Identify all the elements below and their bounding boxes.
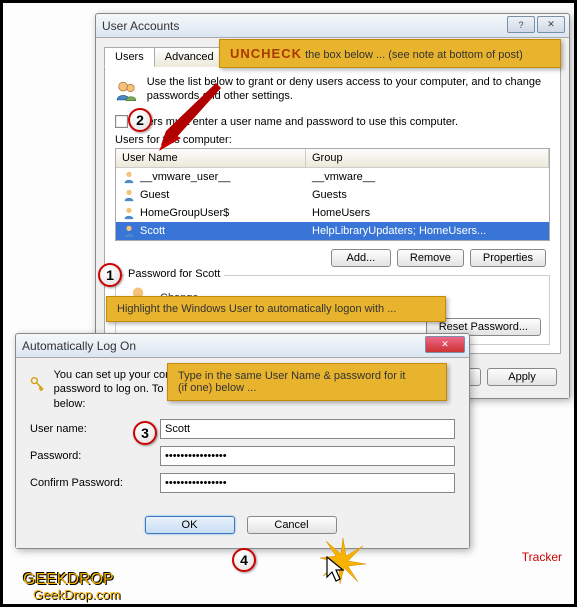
users-icon bbox=[115, 75, 139, 107]
user-accounts-titlebar[interactable]: User Accounts ? ✕ bbox=[96, 14, 569, 38]
close-button[interactable]: ✕ bbox=[425, 336, 465, 353]
user-accounts-title: User Accounts bbox=[102, 19, 179, 33]
step-number-4: 4 bbox=[232, 548, 256, 572]
ok-button[interactable]: OK bbox=[145, 516, 235, 534]
tracker-link[interactable]: Tracker bbox=[522, 550, 562, 564]
close-button[interactable]: ✕ bbox=[537, 16, 565, 33]
step-number-1: 1 bbox=[98, 263, 122, 287]
apply-button[interactable]: Apply bbox=[487, 368, 557, 386]
password-input[interactable] bbox=[160, 446, 455, 466]
auto-logon-titlebar[interactable]: Automatically Log On ✕ bbox=[16, 334, 469, 358]
help-button[interactable]: ? bbox=[507, 16, 535, 33]
note-uncheck: UNCHECK the box below ... (see note at b… bbox=[219, 39, 561, 68]
users-listbox[interactable]: User Name Group __vmware_user__ __vmware… bbox=[115, 148, 550, 241]
keys-icon bbox=[30, 368, 46, 400]
user-icon bbox=[122, 170, 136, 184]
user-icon bbox=[122, 224, 136, 238]
remove-button[interactable]: Remove bbox=[397, 249, 464, 267]
geekdrop-url: GeekDrop.com bbox=[33, 587, 120, 602]
note-type: Type in the same User Name & password fo… bbox=[167, 363, 447, 401]
arrow-icon bbox=[151, 83, 231, 153]
password-group-title: Password for Scott bbox=[124, 268, 224, 280]
note-highlight: Highlight the Windows User to automatica… bbox=[106, 296, 446, 322]
require-password-checkbox[interactable] bbox=[115, 115, 128, 128]
username-input[interactable] bbox=[160, 419, 455, 439]
user-icon bbox=[122, 188, 136, 202]
user-icon bbox=[122, 206, 136, 220]
cancel-button[interactable]: Cancel bbox=[247, 516, 337, 534]
confirm-password-label: Confirm Password: bbox=[30, 477, 160, 489]
auto-logon-title: Automatically Log On bbox=[22, 339, 136, 353]
tab-users[interactable]: Users bbox=[104, 47, 155, 67]
table-row[interactable]: __vmware_user__ __vmware__ bbox=[116, 168, 549, 186]
table-row-selected[interactable]: Scott HelpLibraryUpdaters; HomeUsers... bbox=[116, 222, 549, 240]
properties-button[interactable]: Properties bbox=[470, 249, 546, 267]
add-button[interactable]: Add... bbox=[331, 249, 391, 267]
password-label: Password: bbox=[30, 450, 160, 462]
confirm-password-input[interactable] bbox=[160, 473, 455, 493]
step-number-3: 3 bbox=[133, 421, 157, 445]
table-row[interactable]: HomeGroupUser$ HomeUsers bbox=[116, 204, 549, 222]
table-row[interactable]: Guest Guests bbox=[116, 186, 549, 204]
col-group[interactable]: Group bbox=[306, 149, 549, 167]
cursor-icon bbox=[325, 555, 349, 585]
tab-advanced[interactable]: Advanced bbox=[154, 47, 225, 67]
step-number-2: 2 bbox=[128, 108, 152, 132]
